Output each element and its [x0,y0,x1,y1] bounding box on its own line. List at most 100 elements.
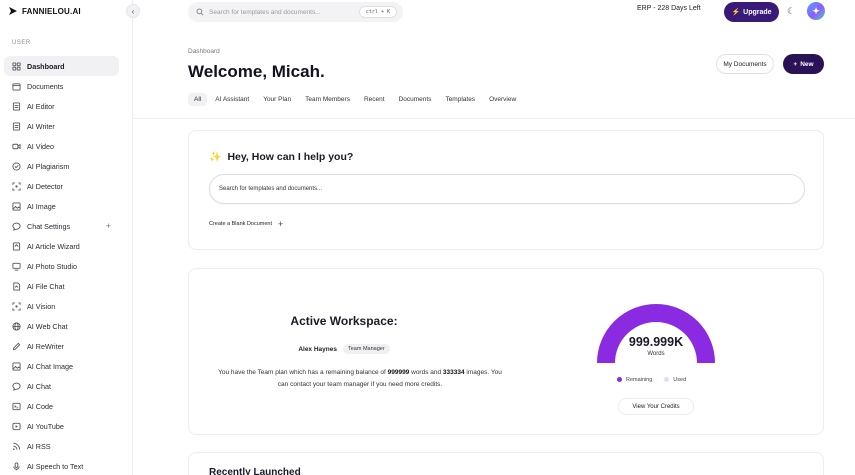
shield-check-icon [12,161,21,171]
sparkle-icon: ✨ [209,151,222,163]
images-balance: 333334 [442,369,465,376]
theme-toggle-moon-icon[interactable]: ☾ [787,6,795,17]
sidebar-item-ai-video[interactable]: AI Video [4,136,119,156]
recently-launched-card: Recently Launched [188,452,824,475]
tab-all[interactable]: All [188,93,208,106]
rss-icon [12,442,21,451]
new-button[interactable]: + New [783,54,824,74]
sidebar-item-documents[interactable]: Documents [4,76,119,96]
sidebar-item-ai-image[interactable]: AI Image [4,196,119,216]
upgrade-label: Upgrade [743,8,772,16]
sidebar-item-chat-settings[interactable]: Chat Settings + [4,216,119,236]
assistant-title: ✨ Hey, How can I help you? [209,151,353,163]
desc-prefix: You have the Team plan which has a remai… [218,369,388,376]
sidebar-item-label: AI Speech to Text [27,461,84,471]
sidebar-item-ai-detector[interactable]: AI Detector [4,176,119,196]
sidebar-item-ai-rewriter[interactable]: AI ReWriter [4,336,119,356]
brand-name: FANNIELOU.AI [22,6,81,16]
wizard-icon [12,241,21,251]
legend-used-label: Used [673,377,687,383]
gauge-legend: Remaining Used [617,377,686,383]
tab-templates[interactable]: Templates [439,93,481,106]
folder-icon [12,82,21,91]
sidebar-item-ai-chat[interactable]: AI Chat [4,376,119,396]
image-icon [12,361,21,371]
legend-remaining: Remaining [617,377,652,383]
sidebar-item-label: AI Photo Studio [27,261,77,271]
sidebar-section-label: USER [12,40,31,46]
tab-overview[interactable]: Overview [483,93,522,106]
sidebar-item-label: AI Editor [27,101,55,111]
sidebar-item-ai-web-chat[interactable]: AI Web Chat [4,316,119,336]
sidebar-item-label: Chat Settings [27,221,71,231]
view-credits-button[interactable]: View Your Credits [618,398,694,415]
sidebar-item-ai-speech-to-text[interactable]: AI Speech to Text [4,456,119,475]
plus-icon: + [277,219,284,229]
sidebar-nav: Dashboard Documents AI Editor AI Writer AI V… [4,56,119,475]
assistant-card: ✨ Hey, How can I help you? Search for te… [188,130,824,250]
add-chat-setting-plus-icon[interactable]: + [106,221,111,231]
sidebar-item-label: AI Code [27,401,53,411]
create-blank-document-button[interactable]: Create a Blank Document + [209,219,283,229]
new-label: New [800,60,814,68]
sidebar-item-label: AI YouTube [27,421,64,431]
sidebar-item-label: AI RSS [27,441,51,451]
tab-team-members[interactable]: Team Members [299,93,356,106]
chat-bubble-icon [12,222,21,231]
sidebar-item-ai-file-chat[interactable]: AI File Chat [4,276,119,296]
sidebar-item-ai-youtube[interactable]: AI YouTube [4,416,119,436]
sidebar-item-dashboard[interactable]: Dashboard [4,56,119,76]
topbar: Search for templates and documents... ct… [133,0,855,24]
remaining-dot [617,377,622,383]
workspace-user-name: Alex Haynes [298,345,337,353]
desc-mid: words and [409,369,443,376]
search-shortcut-badge: ctrl + K [358,6,397,18]
assistant-title-text: Hey, How can I help you? [227,151,354,163]
play-icon [12,422,21,431]
sidebar-item-ai-plagiarism[interactable]: AI Plagiarism [4,156,119,176]
document-icon [12,121,21,131]
sidebar-item-label: AI Detector [27,181,63,191]
upgrade-button[interactable]: ⚡ Upgrade [724,2,779,22]
sidebar-item-ai-photo-studio[interactable]: AI Photo Studio [4,256,119,276]
avatar[interactable]: ✦ [807,2,825,20]
collapse-sidebar-button[interactable]: ‹ [126,4,140,18]
tab-your-plan[interactable]: Your Plan [257,93,297,106]
tab-documents[interactable]: Documents [393,93,438,106]
workspace-user: Alex Haynes Team Manager [189,344,499,354]
sidebar-item-ai-vision[interactable]: AI Vision [4,296,119,316]
assistant-search-input[interactable]: Search for templates and documents... [209,174,805,204]
sidebar-item-label: AI ReWriter [27,341,65,351]
erp-days-left: ERP - 228 Days Left [637,5,701,12]
sparkle-icon: ✦ [812,5,820,16]
sidebar-item-ai-chat-image[interactable]: AI Chat Image [4,356,119,376]
chevron-left-icon: ‹ [131,6,135,16]
sidebar-item-label: AI File Chat [27,281,65,291]
microphone-icon [12,461,21,471]
tab-recent[interactable]: Recent [358,93,391,106]
global-search-input[interactable]: Search for templates and documents... ct… [188,2,403,22]
credits-gauge [597,304,715,364]
sidebar-item-ai-rss[interactable]: AI RSS [4,436,119,456]
tab-ai-assistant[interactable]: AI Assistant [209,93,255,106]
brand-logo[interactable]: FANNIELOU.AI [8,6,81,16]
dashboard-tabs: All AI Assistant Your Plan Team Members Rece… [188,93,524,106]
document-icon [12,101,21,111]
role-badge: Team Manager [342,344,390,354]
used-dot [664,377,670,383]
my-documents-button[interactable]: My Documents [716,54,774,74]
search-placeholder: Search for templates and documents... [209,8,321,16]
words-balance: 999999 [387,369,410,376]
gauge-unit: Words [647,351,665,357]
active-workspace-card: Active Workspace: Alex Haynes Team Manag… [188,268,824,435]
sidebar-item-label: AI Chat [27,381,51,391]
create-blank-document-label: Create a Blank Document [209,221,272,227]
breadcrumb[interactable]: Dashboard [188,48,220,55]
sidebar-item-ai-article-wizard[interactable]: AI Article Wizard [4,236,119,256]
pen-icon [12,342,21,351]
logo-icon [9,7,17,15]
sidebar-item-ai-code[interactable]: AI Code [4,396,119,416]
sidebar-item-ai-editor[interactable]: AI Editor [4,96,119,116]
terminal-icon [12,402,21,411]
sidebar-item-ai-writer[interactable]: AI Writer [4,116,119,136]
